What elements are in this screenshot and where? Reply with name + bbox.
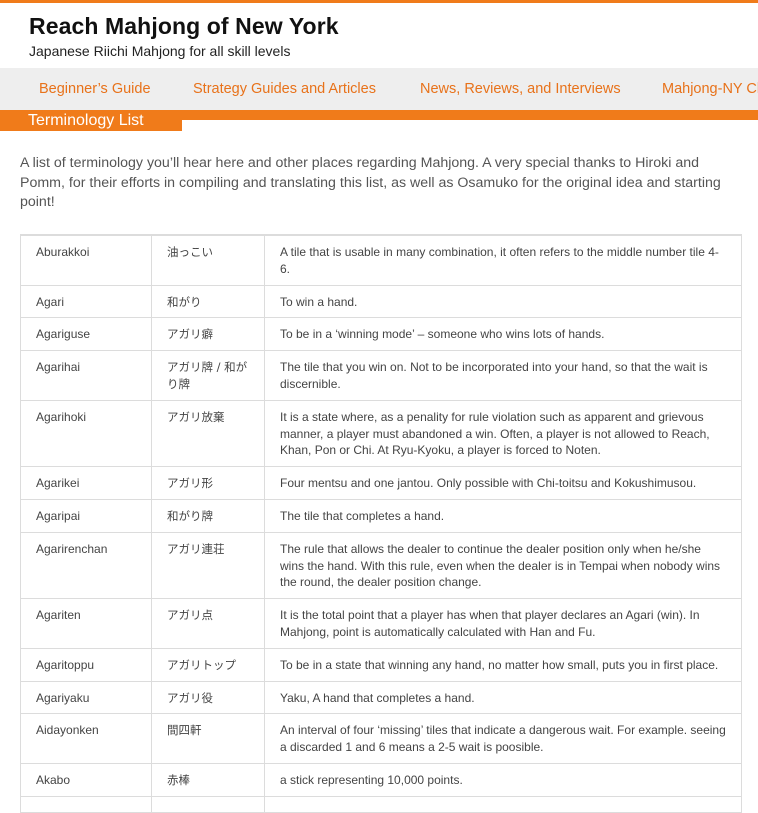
site-title[interactable]: Reach Mahjong of New York — [29, 13, 339, 40]
japanese-cell: アガリ癖 — [151, 317, 265, 352]
table-row: Agariten アガリ点 It is the total point that a… — [20, 598, 742, 649]
terminology-table: Aburakkoi 油っこい A tile that is usable in ma… — [20, 234, 742, 813]
definition-cell: The tile that completes a hand. — [264, 498, 742, 533]
table-row: Aidayonken 間四軒 An interval of four ‘missin… — [20, 713, 742, 764]
definition-cell: It is the total point that a player has … — [264, 598, 742, 649]
term-cell: Agaripai — [20, 498, 152, 533]
japanese-cell: アガリ連荘 — [151, 531, 265, 600]
site-tagline: Japanese Riichi Mahjong for all skill le… — [29, 43, 291, 59]
term-cell: Agarihai — [20, 350, 152, 401]
japanese-cell: アガリトップ — [151, 647, 265, 682]
nav-strategy-guides[interactable]: Strategy Guides and Articles — [193, 81, 376, 97]
nav-beginners-guide[interactable]: Beginner’s Guide — [39, 81, 151, 97]
table-row: Agaripai 和がり牌 The tile that completes a ha… — [20, 498, 742, 533]
term-cell: Agariguse — [20, 317, 152, 352]
table-row: Aburakkoi 油っこい A tile that is usable in ma… — [20, 234, 742, 286]
definition-cell: It is a state where, as a penality for r… — [264, 399, 742, 468]
table-row: Agarihoki アガリ放棄 It is a state where, as a … — [20, 399, 742, 468]
term-cell: Agarirenchan — [20, 531, 152, 600]
japanese-cell: 間四軒 — [151, 713, 265, 764]
top-accent-bar — [0, 0, 758, 3]
japanese-cell: 油っこい — [151, 234, 265, 286]
term-cell: Agaritoppu — [20, 647, 152, 682]
japanese-cell: アガリ放棄 — [151, 399, 265, 468]
main-navigation: Beginner’s Guide Strategy Guides and Art… — [0, 68, 758, 110]
definition-cell: The tile that you win on. Not to be inco… — [264, 350, 742, 401]
japanese-cell: 和がり牌 — [151, 498, 265, 533]
japanese-cell: 和がり — [151, 284, 265, 319]
definition-cell: To be in a ‘winning mode’ – someone who … — [264, 317, 742, 352]
term-cell: Aidayonken — [20, 713, 152, 764]
term-cell: Aburakkoi — [20, 234, 152, 286]
table-row — [20, 795, 742, 813]
definition-cell: An interval of four ‘missing’ tiles that… — [264, 713, 742, 764]
nav-news-reviews[interactable]: News, Reviews, and Interviews — [420, 81, 621, 97]
table-row: Agarihai アガリ牌 / 和がり牌 The tile that you win… — [20, 350, 742, 401]
term-cell: Agariyaku — [20, 680, 152, 715]
term-cell: Agarikei — [20, 466, 152, 500]
definition-cell — [264, 795, 742, 813]
table-row: Agari 和がり To win a hand. — [20, 284, 742, 319]
table-row: Agaritoppu アガリトップ To be in a state that wi… — [20, 647, 742, 682]
definition-cell: The rule that allows the dealer to conti… — [264, 531, 742, 600]
term-cell: Agariten — [20, 598, 152, 649]
definition-cell: Four mentsu and one jantou. Only possibl… — [264, 466, 742, 500]
definition-cell: A tile that is usable in many combinatio… — [264, 234, 742, 286]
term-cell: Agarihoki — [20, 399, 152, 468]
table-row: Agariyaku アガリ役 Yaku, A hand that completes… — [20, 680, 742, 715]
table-row: Agariguse アガリ癖 To be in a ‘winning mode’ –… — [20, 317, 742, 352]
term-cell: Agari — [20, 284, 152, 319]
japanese-cell: アガリ役 — [151, 680, 265, 715]
definition-cell: To win a hand. — [264, 284, 742, 319]
definition-cell: To be in a state that winning any hand, … — [264, 647, 742, 682]
japanese-cell — [151, 795, 265, 813]
table-row: Agarikei アガリ形 Four mentsu and one jantou. … — [20, 466, 742, 500]
term-cell — [20, 795, 152, 813]
definition-cell: Yaku, A hand that completes a hand. — [264, 680, 742, 715]
page-title: Terminology List — [0, 110, 182, 131]
japanese-cell: アガリ形 — [151, 466, 265, 500]
terminology-table-body: Aburakkoi 油っこい A tile that is usable in ma… — [20, 234, 742, 813]
nav-mahjong-ny-club[interactable]: Mahjong-NY Cl — [662, 81, 758, 97]
japanese-cell: アガリ牌 / 和がり牌 — [151, 350, 265, 401]
intro-text: A list of terminology you’ll hear here a… — [20, 155, 721, 210]
table-row: Agarirenchan アガリ連荘 The rule that allows th… — [20, 531, 742, 600]
japanese-cell: アガリ点 — [151, 598, 265, 649]
